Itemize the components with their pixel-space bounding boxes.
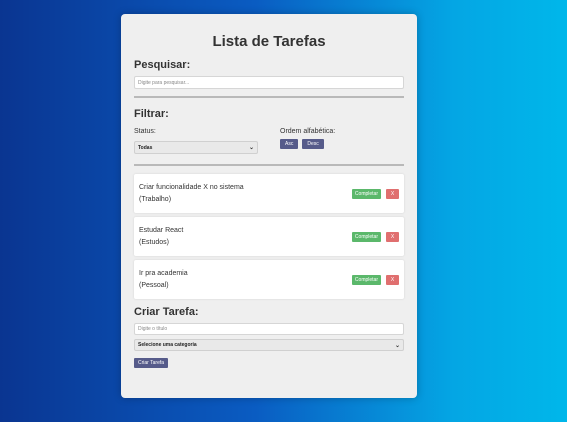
- filter-row: Status: Todas ⌄ Ordem alfabética: Asc De…: [134, 128, 404, 154]
- todo-category: (Trabalho): [139, 195, 172, 203]
- order-filter: Ordem alfabética: Asc Desc: [280, 128, 335, 154]
- category-select[interactable]: Selecione uma categoria ⌄: [134, 339, 404, 351]
- search-input[interactable]: [134, 76, 404, 89]
- page-title: Lista de Tarefas: [212, 33, 326, 50]
- remove-button[interactable]: X: [386, 231, 399, 242]
- todo-content: Estudar React (Estudos): [139, 225, 183, 249]
- todo-content: Ir pra academia (Pessoal): [139, 268, 188, 292]
- order-label: Ordem alfabética:: [280, 128, 336, 135]
- todo-title: Estudar React: [139, 226, 184, 234]
- todo-item: Estudar React (Estudos) Completar X: [134, 217, 404, 256]
- todo-item: Criar funcionalidade X no sistema (Traba…: [134, 174, 404, 213]
- todo-actions: Completar X: [351, 231, 399, 242]
- search-section: Pesquisar:: [134, 59, 404, 89]
- status-select-value: Todas: [138, 144, 153, 151]
- category-select-value: Selecione uma categoria: [138, 342, 197, 348]
- create-todo-section: Criar Tarefa: Selecione uma categoria ⌄ …: [134, 306, 404, 369]
- remove-button[interactable]: X: [386, 188, 399, 199]
- divider: [134, 164, 404, 166]
- todo-content: Criar funcionalidade X no sistema (Traba…: [139, 182, 244, 206]
- sort-buttons: Asc Desc: [280, 139, 335, 149]
- sort-asc-button[interactable]: Asc: [280, 139, 299, 149]
- filter-section: Filtrar: Status: Todas ⌄ Ordem alfabétic…: [134, 108, 404, 154]
- todo-title-input[interactable]: [134, 323, 404, 335]
- todo-title: Criar funcionalidade X no sistema: [139, 183, 244, 191]
- todo-app-panel: Lista de Tarefas Pesquisar: Filtrar: Sta…: [121, 14, 417, 398]
- search-heading: Pesquisar:: [134, 59, 191, 71]
- complete-button[interactable]: Completar: [351, 231, 381, 242]
- remove-button[interactable]: X: [386, 274, 399, 285]
- create-todo-button[interactable]: Criar Tarefa: [134, 358, 169, 368]
- sort-desc-button[interactable]: Desc: [302, 139, 324, 149]
- complete-button[interactable]: Completar: [351, 274, 381, 285]
- todo-item: Ir pra academia (Pessoal) Completar X: [134, 260, 404, 299]
- todo-category: (Pessoal): [139, 281, 169, 289]
- todo-actions: Completar X: [351, 188, 399, 199]
- status-select[interactable]: Todas ⌄: [134, 141, 258, 154]
- status-label: Status:: [134, 128, 156, 135]
- filter-heading: Filtrar:: [134, 108, 169, 120]
- divider: [134, 96, 404, 98]
- chevron-down-icon: ⌄: [394, 342, 400, 349]
- todo-actions: Completar X: [351, 274, 399, 285]
- create-heading: Criar Tarefa:: [134, 306, 199, 318]
- todo-title: Ir pra academia: [139, 269, 188, 277]
- todo-category: (Estudos): [139, 238, 169, 246]
- status-filter: Status: Todas ⌄: [134, 128, 280, 154]
- chevron-down-icon: ⌄: [248, 145, 254, 151]
- todo-list: Criar funcionalidade X no sistema (Traba…: [134, 174, 404, 299]
- complete-button[interactable]: Completar: [351, 188, 381, 199]
